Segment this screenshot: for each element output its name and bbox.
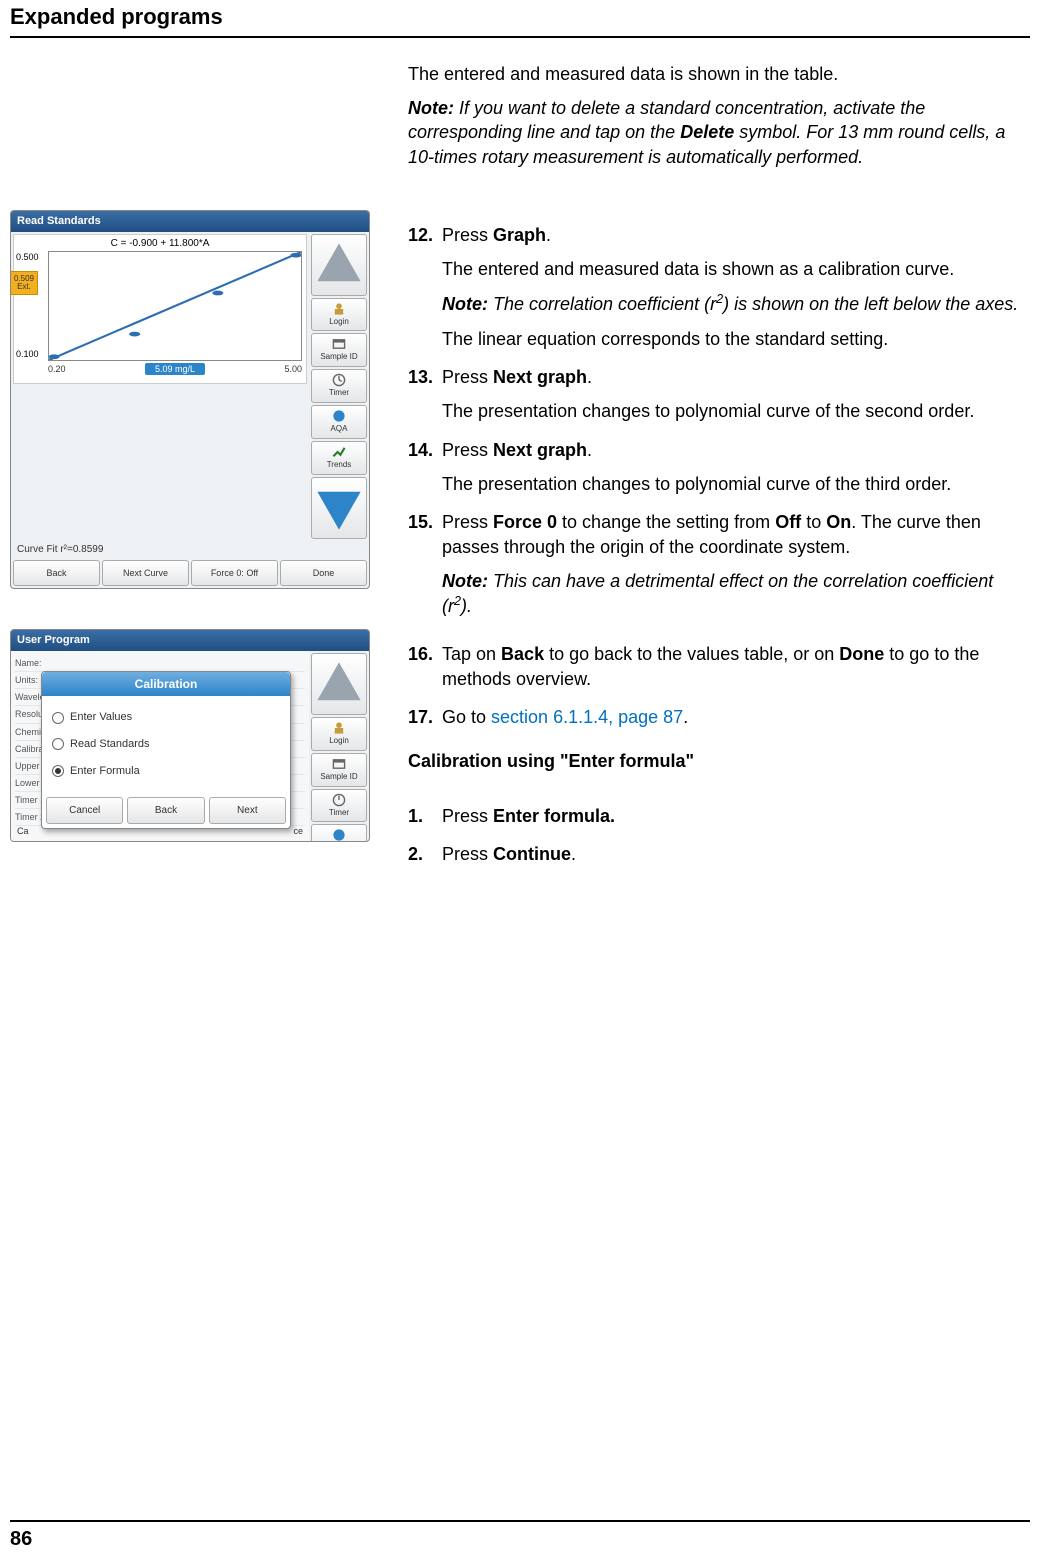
radio-option[interactable]: Enter Values: [52, 704, 280, 731]
window-title: User Program: [11, 630, 369, 651]
screenshot-calibration-dialog: User Program Name:Units:WaveleResoluChem…: [10, 629, 370, 842]
y-tick-max: 0.500: [16, 251, 39, 263]
curve-fit-readout: Curve Fit r²=0.8599: [11, 541, 369, 559]
step-item: 15.Press Force 0 to change the setting f…: [408, 510, 1024, 628]
force-zero-button[interactable]: Force 0: Off: [191, 560, 278, 586]
x-tick-min: 0.20: [48, 363, 66, 375]
step-item: 16.Tap on Back to go back to the values …: [408, 642, 1024, 691]
bg-row: Name:: [15, 655, 305, 672]
aqa-tab[interactable]: AQA: [311, 824, 367, 842]
bg-button-left: Ca: [17, 825, 29, 837]
timer-tab[interactable]: Timer: [311, 789, 367, 823]
step-item: 12.Press Graph.The entered and measured …: [408, 223, 1024, 351]
back-button[interactable]: Back: [13, 560, 100, 586]
back-button[interactable]: Back: [127, 797, 204, 825]
radio-icon: [52, 738, 64, 750]
screenshot-read-standards: Read Standards 0.509 Ext. C = -0.900 + 1…: [10, 210, 370, 589]
step-item: 17.Go to section 6.1.1.4, page 87.: [408, 705, 1024, 729]
radio-label: Enter Values: [70, 710, 132, 725]
radio-icon: [52, 765, 64, 777]
radio-option[interactable]: Read Standards: [52, 731, 280, 758]
radio-label: Read Standards: [70, 737, 150, 752]
step-item: 14.Press Next graph.The presentation cha…: [408, 438, 1024, 497]
timer-tab[interactable]: Timer: [311, 369, 367, 403]
x-tick-max: 5.00: [284, 363, 302, 375]
aqa-tab[interactable]: AQA: [311, 405, 367, 439]
next-curve-button[interactable]: Next Curve: [102, 560, 189, 586]
radio-label: Enter Formula: [70, 764, 140, 779]
intro-paragraph: The entered and measured data is shown i…: [408, 62, 1024, 86]
x-current-value: 5.09 mg/L: [145, 363, 205, 375]
subheading: Calibration using "Enter formula": [408, 749, 1024, 773]
scroll-up-button[interactable]: [311, 234, 367, 296]
sampleid-label: Sample ID: [320, 352, 357, 363]
login-label: Login: [329, 317, 349, 328]
login-tab[interactable]: Login: [311, 717, 367, 751]
trends-label: Trends: [327, 460, 352, 471]
next-button[interactable]: Next: [209, 797, 286, 825]
bg-button-right: ce: [293, 825, 303, 837]
trends-tab[interactable]: Trends: [311, 441, 367, 475]
calibration-plot: 0.509 Ext. C = -0.900 + 11.800*A 0.500 0…: [13, 234, 307, 384]
radio-icon: [52, 712, 64, 724]
step-item: 1.Press Enter formula.: [408, 804, 1024, 828]
login-tab[interactable]: Login: [311, 298, 367, 332]
timer-label: Timer: [329, 388, 349, 399]
scroll-up-button[interactable]: [311, 653, 367, 715]
cancel-button[interactable]: Cancel: [46, 797, 123, 825]
y-tick-min: 0.100: [16, 348, 39, 360]
calibration-dialog: Calibration Enter Values Read Standards En…: [41, 671, 291, 829]
plot-formula: C = -0.900 + 11.800*A: [14, 237, 306, 251]
aqa-label: AQA: [331, 424, 348, 435]
page-number: 86: [10, 1520, 1030, 1553]
intro-note: Note: If you want to delete a standard c…: [408, 96, 1024, 169]
step-item: 13.Press Next graph.The presentation cha…: [408, 365, 1024, 424]
sample-id-tab[interactable]: Sample ID: [311, 333, 367, 367]
page-header: Expanded programs: [10, 0, 1030, 38]
radio-option[interactable]: Enter Formula: [52, 758, 280, 785]
step-item: 2.Press Continue.: [408, 842, 1024, 866]
window-title: Read Standards: [11, 211, 369, 232]
scroll-down-button[interactable]: [311, 477, 367, 539]
sample-id-tab[interactable]: Sample ID: [311, 753, 367, 787]
done-button[interactable]: Done: [280, 560, 367, 586]
dialog-title: Calibration: [42, 672, 290, 696]
